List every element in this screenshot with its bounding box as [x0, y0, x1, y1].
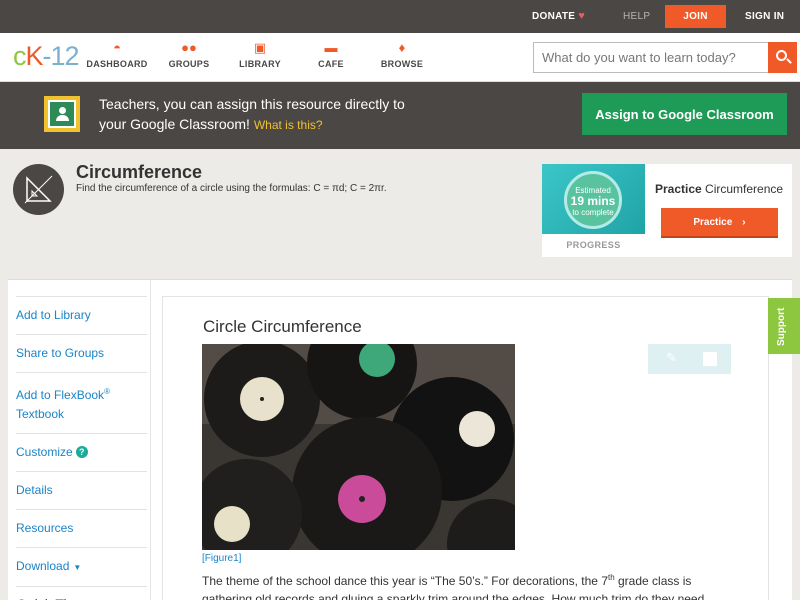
flexbook-label-2: Textbook	[16, 407, 65, 421]
sidebar-add-to-flexbook[interactable]: Add to FlexBook® Textbook	[16, 372, 147, 433]
nav-groups-label: GROUPS	[168, 59, 210, 69]
nav-library-label: LIBRARY	[239, 59, 281, 69]
banner-line-1: Teachers, you can assign this resource d…	[99, 96, 405, 112]
top-bar: DONATE ♥ HELP JOIN SIGN IN	[0, 0, 800, 33]
content-card: Circle Circumference ✎ [Figure1] The the…	[162, 296, 769, 600]
donate-link[interactable]: DONATE ♥	[532, 0, 585, 33]
geometry-topic-icon	[13, 164, 64, 215]
assign-to-google-classroom-button[interactable]: Assign to Google Classroom	[582, 93, 787, 135]
practice-title-bold: Practice	[655, 182, 702, 196]
panel-divider	[150, 280, 151, 600]
practice-title-topic: Circumference	[705, 182, 784, 196]
google-classroom-banner: Teachers, you can assign this resource d…	[0, 82, 800, 149]
nav-library[interactable]: ▣ LIBRARY	[225, 39, 295, 69]
search-box	[533, 42, 797, 73]
nav-cafe[interactable]: ▬ CAFE	[296, 39, 366, 69]
paragraph-text-a: The theme of the school dance this year …	[202, 574, 608, 588]
sidebar-share-to-groups[interactable]: Share to Groups	[16, 334, 147, 372]
sidebar-details[interactable]: Details	[16, 471, 147, 509]
content-title: Circle Circumference	[203, 317, 362, 336]
logo-k: K	[25, 41, 44, 71]
registered-mark: ®	[104, 387, 110, 396]
dashboard-icon: ◓	[113, 40, 121, 55]
search-button[interactable]	[768, 42, 797, 73]
quick-tips-heading: Quick Tips	[16, 586, 147, 600]
paragraph-superscript: th	[608, 573, 615, 582]
nav-browse-label: BROWSE	[380, 59, 424, 69]
practice-title: Practice Circumference	[655, 182, 783, 196]
page-description: Find the circumference of a circle using…	[76, 183, 387, 194]
sidebar-download[interactable]: Download ▼	[16, 547, 147, 586]
main-panel: Add to Library Share to Groups Add to Fl…	[8, 279, 792, 600]
practice-button-label: Practice	[693, 216, 733, 228]
logo-12: -12	[42, 41, 80, 71]
flexbook-label: Add to FlexBook	[16, 388, 105, 402]
nav-cafe-label: CAFE	[318, 59, 344, 69]
browse-icon: ♦	[398, 40, 406, 55]
sidebar: Add to Library Share to Groups Add to Fl…	[16, 296, 147, 600]
help-icon[interactable]: ?	[75, 446, 88, 458]
nav-browse[interactable]: ♦ BROWSE	[367, 39, 437, 69]
caret-down-icon: ▼	[73, 563, 82, 572]
donate-label: DONATE	[532, 11, 576, 22]
nav-groups[interactable]: ●● GROUPS	[154, 39, 224, 69]
help-link[interactable]: HELP	[623, 0, 650, 33]
cafe-icon: ▬	[324, 40, 338, 55]
estimate-ring: Estimated 19 mins to complete	[564, 171, 622, 229]
sidebar-customize[interactable]: Customize?	[16, 433, 147, 471]
chevron-right-icon: ›	[742, 216, 746, 228]
download-label: Download	[16, 559, 70, 573]
what-is-this-link[interactable]: What is this?	[254, 118, 323, 132]
sidebar-add-to-library[interactable]: Add to Library	[16, 296, 147, 334]
banner-text: Teachers, you can assign this resource d…	[99, 94, 479, 135]
google-classroom-icon	[44, 96, 80, 132]
groups-icon: ●●	[181, 40, 197, 55]
figure-caption[interactable]: [Figure1]	[202, 553, 241, 564]
practice-card: Estimated 19 mins to complete PROGRESS P…	[542, 164, 792, 257]
library-icon: ▣	[253, 40, 267, 55]
nav-dashboard[interactable]: ◓ DASHBOARD	[82, 39, 152, 69]
estimate-minutes: 19 mins	[570, 194, 616, 208]
practice-progress-image: Estimated 19 mins to complete	[542, 164, 645, 234]
join-button[interactable]: JOIN	[665, 5, 726, 28]
ck12-logo[interactable]: cK-12	[13, 41, 80, 72]
nav-bar: cK-12 ◓ DASHBOARD ●● GROUPS ▣ LIBRARY ▬ …	[0, 33, 800, 82]
support-label: Support	[776, 307, 787, 346]
pencil-icon[interactable]: ✎	[666, 350, 677, 366]
search-icon-handle	[786, 58, 792, 64]
page-title: Circumference	[76, 162, 203, 182]
progress-label: PROGRESS	[566, 240, 621, 250]
search-input[interactable]	[534, 43, 764, 72]
vinyl-records-figure	[202, 344, 515, 550]
support-tab[interactable]: Support	[768, 298, 800, 354]
annotation-tools: ✎	[648, 344, 731, 374]
lesson-paragraph: The theme of the school dance this year …	[202, 569, 742, 600]
sidebar-resources[interactable]: Resources	[16, 509, 147, 547]
practice-button[interactable]: Practice ›	[661, 208, 778, 238]
nav-dashboard-label: DASHBOARD	[86, 59, 148, 69]
banner-line-2: your Google Classroom!	[99, 116, 250, 132]
estimate-suffix: to complete	[572, 208, 614, 217]
customize-label: Customize	[16, 445, 73, 459]
sign-in-link[interactable]: SIGN IN	[745, 0, 784, 33]
heart-icon: ♥	[578, 10, 586, 22]
logo-c: c	[13, 41, 26, 71]
notes-icon[interactable]	[703, 352, 717, 366]
